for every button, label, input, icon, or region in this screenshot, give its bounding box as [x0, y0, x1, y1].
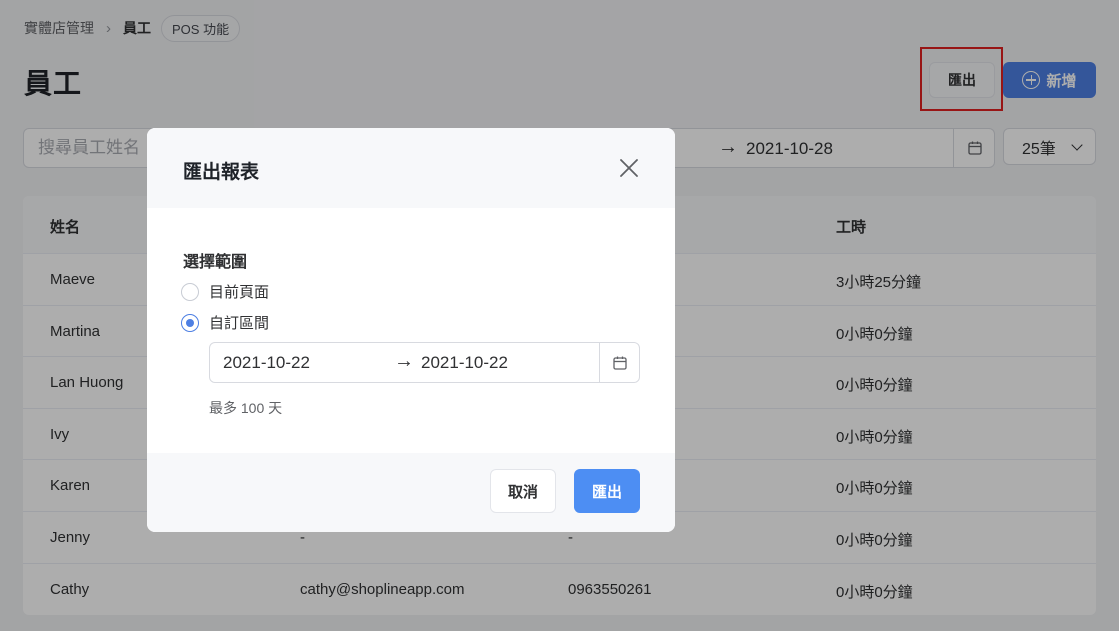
range-end-date[interactable]: 2021-10-22: [421, 353, 508, 373]
cancel-button[interactable]: 取消: [490, 469, 556, 513]
dialog-footer: 取消 匯出: [147, 453, 675, 532]
calendar-icon[interactable]: [599, 343, 640, 382]
max-range-hint: 最多 100 天: [209, 400, 283, 416]
page: 實體店管理 › 員工 POS 功能 員工 匯出 新增 → 2021-10-28 …: [0, 0, 1119, 631]
dialog-title: 匯出報表: [183, 162, 260, 183]
range-section-label: 選擇範圍: [183, 254, 248, 271]
export-report-dialog: 匯出報表 選擇範圍 目前頁面 自訂區間 2021-10-22 → 2021-10…: [147, 128, 675, 532]
option-current-page[interactable]: 目前頁面: [181, 281, 269, 302]
option-label: 目前頁面: [209, 284, 270, 301]
option-label: 自訂區間: [209, 315, 270, 332]
confirm-export-button[interactable]: 匯出: [574, 469, 640, 513]
arrow-right-icon: →: [394, 350, 414, 372]
option-custom-range[interactable]: 自訂區間: [181, 312, 269, 333]
custom-date-range-picker[interactable]: 2021-10-22 → 2021-10-22: [209, 342, 640, 383]
radio-checked[interactable]: [181, 313, 199, 332]
radio-unchecked[interactable]: [181, 282, 199, 301]
close-icon[interactable]: [617, 156, 641, 180]
range-start-date[interactable]: 2021-10-22: [223, 353, 310, 373]
dialog-header: 匯出報表: [147, 128, 675, 208]
dialog-body: 選擇範圍 目前頁面 自訂區間 2021-10-22 → 2021-10-22 最…: [147, 208, 675, 453]
